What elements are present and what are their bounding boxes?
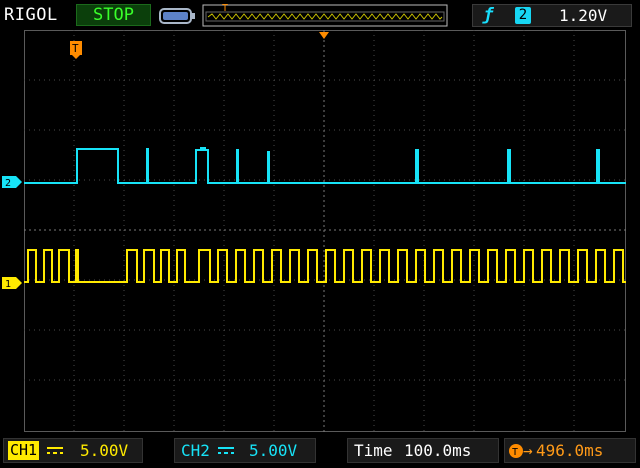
trigger-offset-icon: T [509, 444, 523, 458]
trigger-offset-value: 496.0ms [536, 441, 604, 460]
svg-text:T: T [512, 447, 518, 458]
timebase-label: Time [354, 441, 393, 460]
battery-icon [159, 8, 195, 24]
ch2-ground-marker[interactable]: 2 [2, 176, 22, 188]
status-bar: RIGOL STOP T ƒ 2 1.20V [0, 0, 640, 30]
dc-coupling-icon [218, 447, 234, 454]
trigger-level: 1.20V [559, 6, 608, 25]
trigger-source: 2 [515, 7, 531, 24]
waveform-display[interactable]: T [24, 30, 626, 432]
ch1-ground-marker[interactable]: 1 [2, 277, 22, 289]
trigger-panel[interactable]: ƒ 2 1.20V [472, 4, 632, 27]
ch2-scale-panel[interactable]: CH2 5.00V [174, 438, 316, 463]
ch1-scale-panel[interactable]: CH1 5.00V [3, 438, 143, 463]
run-stop-status[interactable]: STOP [76, 4, 151, 26]
dc-coupling-icon [47, 447, 63, 454]
svg-text:1: 1 [5, 279, 11, 289]
ch1-scale: 5.00V [80, 441, 129, 460]
bottom-status-bar: CH1 5.00V CH2 5.00V Time 100.0ms T → 496… [0, 434, 640, 468]
timebase-value: 100.0ms [404, 441, 472, 460]
brand-logo: RIGOL [4, 5, 58, 25]
timebase-panel[interactable]: Time 100.0ms [347, 438, 499, 463]
arrow-right-icon: → [523, 441, 533, 460]
trigger-offset-panel[interactable]: T → 496.0ms [504, 438, 636, 463]
ch2-scale: 5.00V [249, 441, 298, 460]
memory-depth-icon: T [202, 3, 448, 27]
svg-text:2: 2 [5, 178, 11, 188]
ch2-label: CH2 [181, 441, 210, 460]
memory-trigger-marker: T [222, 3, 228, 14]
ch1-label: CH1 [8, 441, 40, 460]
trigger-rising-icon: ƒ [483, 5, 494, 25]
svg-text:T: T [72, 42, 79, 55]
